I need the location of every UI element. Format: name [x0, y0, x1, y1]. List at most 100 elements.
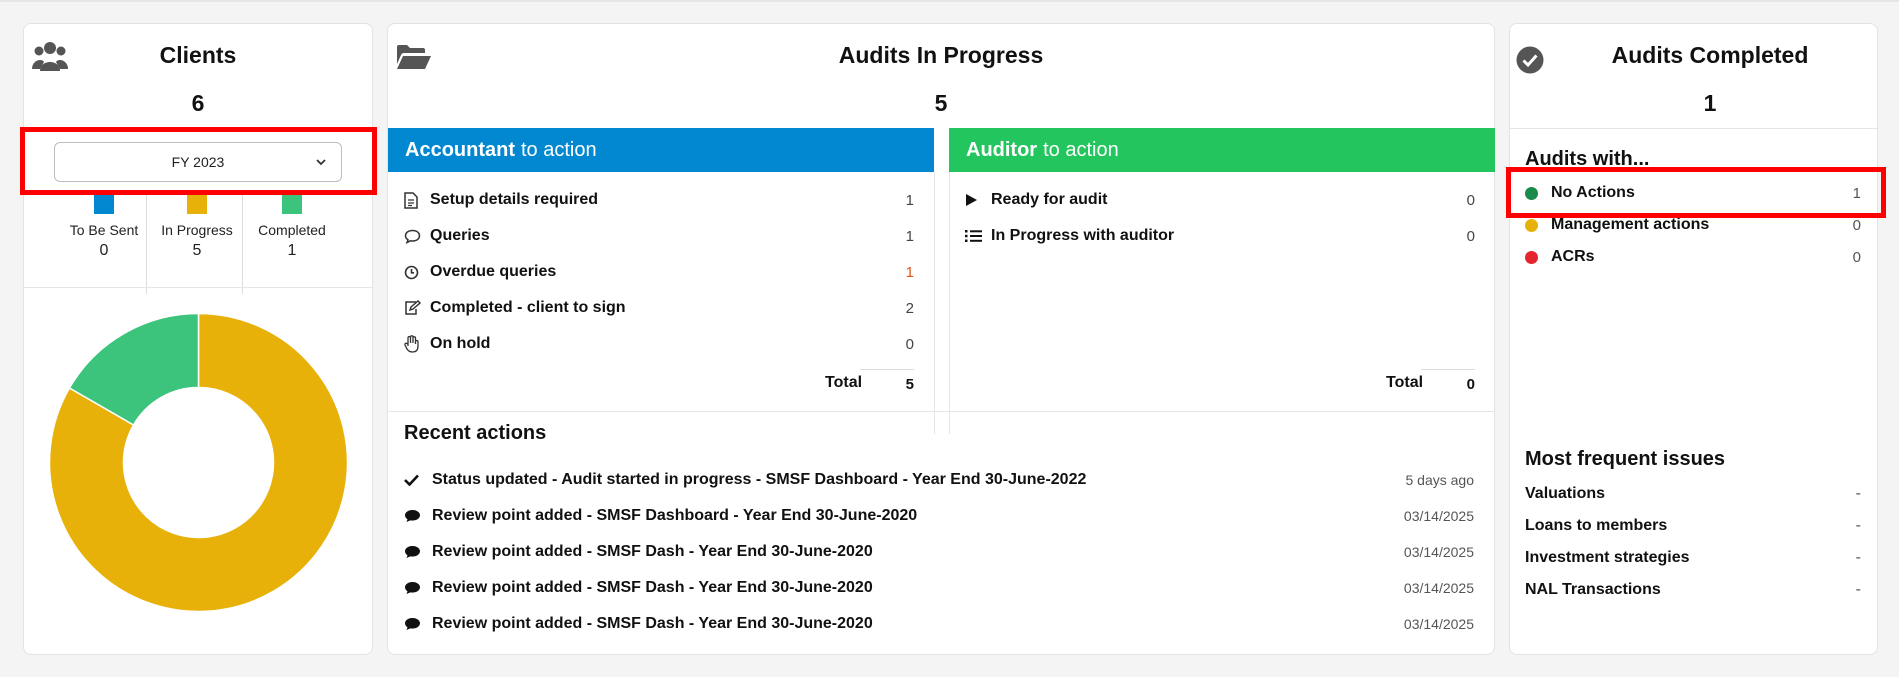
- row-label: Overdue queries: [430, 263, 557, 280]
- recent-action-item[interactable]: Review point added - SMSF Dash - Year En…: [404, 534, 1474, 570]
- issue-value: -: [1855, 517, 1861, 534]
- row-label: Setup details required: [430, 191, 599, 208]
- comment-icon: [404, 581, 432, 595]
- recent-divider: [388, 411, 1494, 412]
- recent-action-text: Review point added - SMSF Dashboard - Ye…: [432, 507, 918, 524]
- audits-with-acrs[interactable]: ACRs 0: [1525, 241, 1861, 273]
- issue-row[interactable]: Investment strategies -: [1525, 542, 1861, 574]
- accountant-title-bold: Accountant: [405, 138, 515, 161]
- issue-value: -: [1855, 485, 1861, 502]
- auditor-total-label: Total: [1386, 374, 1424, 391]
- completed-count: 1: [1703, 90, 1717, 116]
- clients-title: Clients: [159, 42, 237, 68]
- clients-card: Clients 6 FY 2023 To Be Sent 0 In Progre…: [23, 23, 373, 655]
- recent-actions-title: Recent actions: [404, 422, 547, 444]
- accountant-title-rest: to action: [521, 138, 597, 161]
- clock-icon: [404, 265, 426, 280]
- row-label: In Progress with auditor: [991, 227, 1175, 244]
- auditor-total-value: 0: [1421, 369, 1475, 393]
- recent-action-text: Review point added - SMSF Dash - Year En…: [432, 615, 873, 632]
- row-label: Queries: [430, 227, 490, 244]
- issue-label: NAL Transactions: [1525, 581, 1661, 598]
- comment-icon: [404, 617, 432, 631]
- completed-divider: [1510, 128, 1877, 129]
- progress-title: Audits In Progress: [838, 42, 1044, 68]
- legend-value: 5: [192, 242, 202, 259]
- legend-to-be-sent: To Be Sent 0: [56, 194, 152, 260]
- recent-action-date: 03/14/2025: [1403, 580, 1474, 596]
- issue-label: Valuations: [1525, 485, 1606, 502]
- audits-with-value: 0: [1852, 248, 1861, 266]
- auditor-title-rest: to action: [1043, 138, 1119, 161]
- accountant-row-setup[interactable]: Setup details required 1: [404, 182, 914, 218]
- accountant-header: Accountant to action: [388, 128, 934, 172]
- audits-with-value: 0: [1852, 216, 1861, 234]
- auditor-row-in-progress[interactable]: In Progress with auditor 0: [965, 218, 1475, 254]
- clients-donut-chart: [48, 312, 349, 613]
- play-icon: [965, 193, 987, 207]
- column-divider: [934, 172, 935, 434]
- legend-divider: [242, 194, 243, 294]
- row-value: 1: [905, 191, 914, 209]
- highlight-box: [20, 127, 377, 195]
- row-label: Completed - client to sign: [430, 299, 626, 316]
- audits-completed-card: Audits Completed 1 Audits with... No Act…: [1509, 23, 1878, 655]
- auditor-row-ready[interactable]: Ready for audit 0: [965, 182, 1475, 218]
- accountant-total-label: Total: [825, 374, 863, 391]
- speech-bubble-icon: [404, 229, 426, 244]
- column-divider: [949, 172, 950, 434]
- status-dot: [1525, 250, 1538, 264]
- accountant-row-completed[interactable]: Completed - client to sign 2: [404, 290, 914, 326]
- issue-row[interactable]: Loans to members -: [1525, 510, 1861, 542]
- recent-action-item[interactable]: Status updated - Audit started in progre…: [404, 462, 1474, 498]
- legend-divider: [146, 194, 147, 294]
- top-border: [0, 0, 1899, 2]
- check-icon: [404, 474, 432, 486]
- auditor-header: Auditor to action: [949, 128, 1495, 172]
- recent-action-text: Review point added - SMSF Dash - Year En…: [432, 543, 873, 560]
- row-label: Ready for audit: [991, 191, 1108, 208]
- clients-count: 6: [191, 90, 205, 116]
- recent-action-text: Review point added - SMSF Dash - Year En…: [432, 579, 873, 596]
- issue-row[interactable]: NAL Transactions -: [1525, 574, 1861, 606]
- issue-label: Investment strategies: [1525, 549, 1690, 566]
- accountant-total-value: 5: [860, 369, 914, 393]
- check-circle-icon: [1515, 45, 1545, 75]
- audits-with-label: Management actions: [1551, 216, 1710, 233]
- issue-label: Loans to members: [1525, 517, 1668, 534]
- recent-action-item[interactable]: Review point added - SMSF Dash - Year En…: [404, 606, 1474, 642]
- legend-swatch: [282, 194, 302, 214]
- auditor-title-bold: Auditor: [966, 138, 1038, 161]
- legend-label: Completed: [258, 222, 326, 238]
- legend-swatch: [94, 194, 114, 214]
- most-frequent-issues-title: Most frequent issues: [1525, 448, 1726, 470]
- legend-value: 0: [99, 242, 109, 259]
- accountant-row-queries[interactable]: Queries 1: [404, 218, 914, 254]
- legend-value: 1: [287, 242, 297, 259]
- recent-action-date: 03/14/2025: [1403, 544, 1474, 560]
- comment-icon: [404, 545, 432, 559]
- row-value: 1: [905, 227, 914, 245]
- legend-in-progress: In Progress 5: [149, 194, 245, 260]
- row-value-overdue: 1: [905, 263, 914, 281]
- clients-divider: [24, 287, 372, 288]
- accountant-row-overdue[interactable]: Overdue queries 1: [404, 254, 914, 290]
- issue-value: -: [1855, 581, 1861, 598]
- list-icon: [965, 229, 987, 243]
- row-label: On hold: [430, 335, 491, 352]
- legend-label: To Be Sent: [69, 222, 139, 238]
- audits-with-label: ACRs: [1551, 248, 1595, 265]
- completed-title: Audits Completed: [1611, 42, 1809, 68]
- accountant-row-on-hold[interactable]: On hold 0: [404, 326, 914, 362]
- row-value: 0: [1466, 191, 1475, 209]
- issue-row[interactable]: Valuations -: [1525, 478, 1861, 510]
- recent-action-date: 03/14/2025: [1403, 616, 1474, 632]
- edit-icon: [404, 300, 426, 316]
- legend-label: In Progress: [161, 222, 233, 238]
- status-dot: [1525, 218, 1538, 232]
- recent-action-item[interactable]: Review point added - SMSF Dashboard - Ye…: [404, 498, 1474, 534]
- recent-action-item[interactable]: Review point added - SMSF Dash - Year En…: [404, 570, 1474, 606]
- issue-value: -: [1855, 549, 1861, 566]
- comment-icon: [404, 509, 432, 523]
- row-value: 0: [905, 335, 914, 353]
